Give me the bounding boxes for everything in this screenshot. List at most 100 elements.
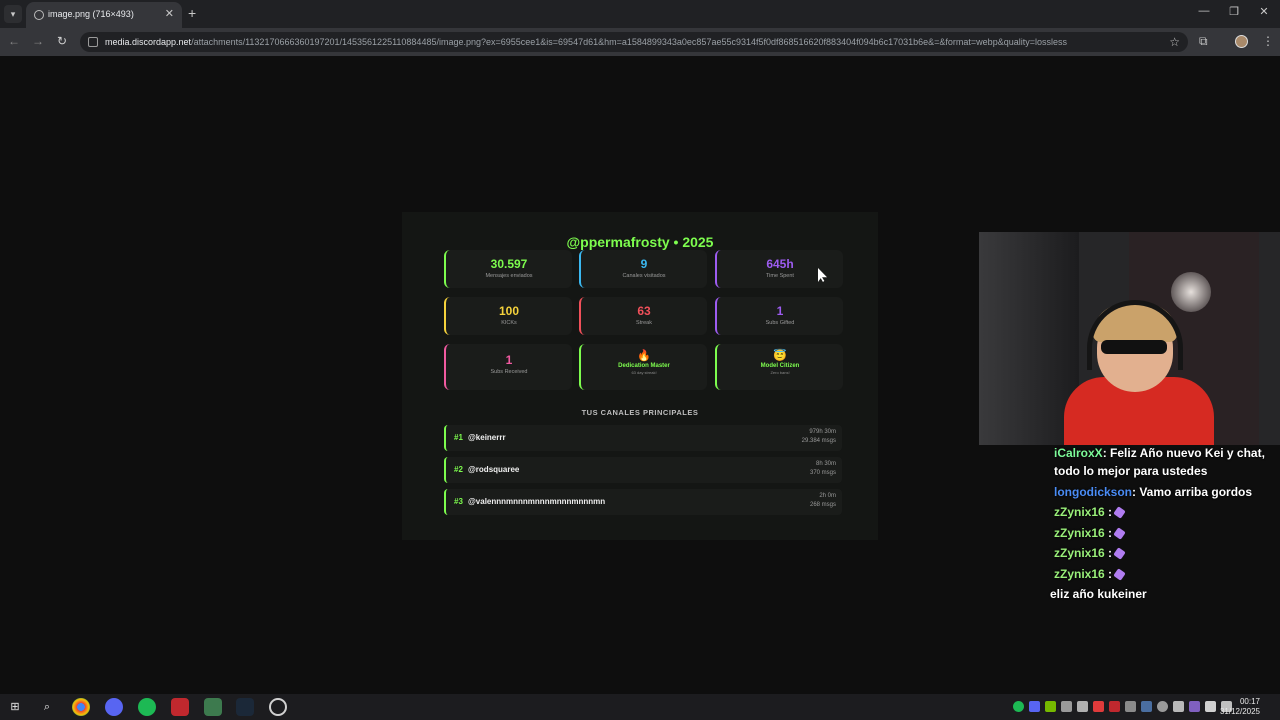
tray-app-icon[interactable] [1061,701,1072,712]
clock-date: 31/12/2025 [1219,707,1260,716]
close-tab-icon[interactable]: ✕ [165,7,174,20]
chat-message: iCalroxX: Feliz Año nuevo Kei y chat, to… [1050,444,1280,480]
windows-start-icon[interactable]: ⊞ [6,698,24,716]
channel-row: #1 @keinerrr 979h 30m 29.384 msgs [444,425,842,451]
top-channels-heading: TUS CANALES PRINCIPALES [581,408,699,417]
achievement-sub: 63 day streak! [631,370,657,375]
achievement-dedication-master: 🔥 Dedication Master 63 day streak! [579,344,707,390]
emote-icon [1113,547,1126,561]
wrapped-stats-card: @ppermafrosty • 2025 30.597 Mensajes env… [402,212,878,540]
streaming-app-icon[interactable] [171,698,189,716]
url-text[interactable]: media.discordapp.net/attachments/1132170… [105,37,1067,47]
browser-tab[interactable]: image.png (716×493) ✕ [26,2,182,28]
stat-label: Subs Gifted [765,320,795,326]
stat-kicks: 100 KICKs [444,297,572,335]
stat-streak: 63 Streak [579,297,707,335]
tab-search-button[interactable]: ▾ [4,5,22,23]
stat-label: Streak [636,320,652,326]
reload-button[interactable]: ↻ [54,34,70,48]
stat-value: 1 [505,353,513,367]
tray-app-icon[interactable] [1189,701,1200,712]
chat-text: : [1104,566,1113,581]
menu-icon[interactable]: ⋮ [1262,34,1274,48]
tray-app-icon[interactable] [1077,701,1088,712]
tray-steam-icon[interactable] [1141,701,1152,712]
emote-icon [1113,568,1126,581]
forward-button[interactable]: → [30,34,46,48]
stat-value: 1 [776,304,784,318]
stat-value: 100 [498,304,520,318]
channel-name: @keinerrr [468,433,506,442]
channel-time: 2h 0m [819,493,836,499]
tool-app-icon[interactable] [204,698,222,716]
chat-username: zZynix16 [1054,546,1105,560]
windows-taskbar: ⊞ ⌕ 00:17 31/12/2025 [0,694,1280,720]
stat-subs-received: 1 Subs Received [444,344,572,390]
tray-spotify-icon[interactable] [1013,701,1024,712]
browser-tab-bar: ▾ image.png (716×493) ✕ + — ❐ ✕ [0,0,1280,28]
channel-time: 979h 30m [809,429,836,435]
channel-name: @valennnmnnnmnnnmnnnmnnnmn [468,497,606,506]
close-window-button[interactable]: ✕ [1254,5,1274,18]
chat-username: iCalroxX [1054,446,1103,460]
tray-app-icon[interactable] [1125,701,1136,712]
channel-rank: #3 [454,497,463,506]
clock-time: 00:17 [1239,697,1260,706]
channel-rank: #1 [454,433,463,442]
stat-label: Canales visitados [622,273,666,279]
halo-face-icon: 😇 [773,350,787,362]
channel-row: #3 @valennnmnnnmnnnmnnnmnnnmn 2h 0m 268 … [444,489,842,515]
chat-text: : Vamo arriba gordos [1132,484,1253,499]
achievement-name: Model Citizen [760,363,800,369]
channel-msgs: 268 msgs [809,502,836,508]
tray-app-icon[interactable] [1173,701,1184,712]
tray-discord-icon[interactable] [1029,701,1040,712]
chat-username: zZynix16 [1054,566,1105,581]
webcam-overlay [979,232,1280,445]
extensions-icon[interactable]: ⧉ [1199,34,1208,49]
chat-text: : [1104,505,1113,519]
chat-message: eliz año kukeiner [1050,585,1280,603]
stat-value: 645h [766,257,794,271]
stream-chat-overlay: iCalroxX: Feliz Año nuevo Kei y chat, to… [1050,444,1280,606]
site-info-icon[interactable] [88,37,98,47]
achievement-name: Dedication Master [618,363,670,369]
achievement-model-citizen: 😇 Model Citizen Zero bans! [715,344,843,390]
tab-title: image.png (716×493) [48,9,134,19]
tray-mic-icon[interactable] [1093,701,1104,712]
chat-text: : [1104,546,1113,560]
chat-text: eliz año kukeiner [1050,587,1147,601]
system-clock[interactable]: 00:17 31/12/2025 [1220,697,1260,717]
discord-icon[interactable] [105,698,123,716]
new-tab-button[interactable]: + [188,5,196,21]
tray-nvidia-icon[interactable] [1045,701,1056,712]
back-button[interactable]: ← [6,34,22,48]
channel-time: 8h 30m [815,461,836,467]
achievement-sub: Zero bans! [770,370,790,375]
stat-time-spent: 645h Time Spent [715,250,843,288]
tray-app-icon[interactable] [1157,701,1168,712]
address-bar[interactable]: media.discordapp.net/attachments/1132170… [80,32,1188,52]
restore-button[interactable]: ❐ [1224,5,1244,18]
channel-msgs: 370 msgs [809,470,836,476]
emote-icon [1113,506,1126,520]
channel-row: #2 @rodsquaree 8h 30m 370 msgs [444,457,842,483]
steam-icon[interactable] [236,698,254,716]
minimize-button[interactable]: — [1194,5,1214,17]
channel-msgs: 29.384 msgs [801,438,836,444]
profile-avatar[interactable] [1235,35,1248,48]
tray-app-icon[interactable] [1109,701,1120,712]
volume-icon[interactable] [1205,701,1216,712]
fire-icon: 🔥 [637,350,651,362]
chrome-icon[interactable] [72,698,90,716]
search-icon[interactable]: ⌕ [38,698,56,716]
chat-username: longodickson [1054,484,1132,499]
channel-rank: #2 [454,465,463,474]
card-title: @ppermafrosty • 2025 [566,234,714,250]
spotify-icon[interactable] [138,698,156,716]
chat-message: zZynix16 : [1050,544,1280,562]
obs-icon[interactable] [269,698,287,716]
emote-icon [1113,527,1126,540]
bookmark-star-icon[interactable]: ☆ [1169,35,1180,49]
chat-message: zZynix16 : [1050,524,1280,542]
